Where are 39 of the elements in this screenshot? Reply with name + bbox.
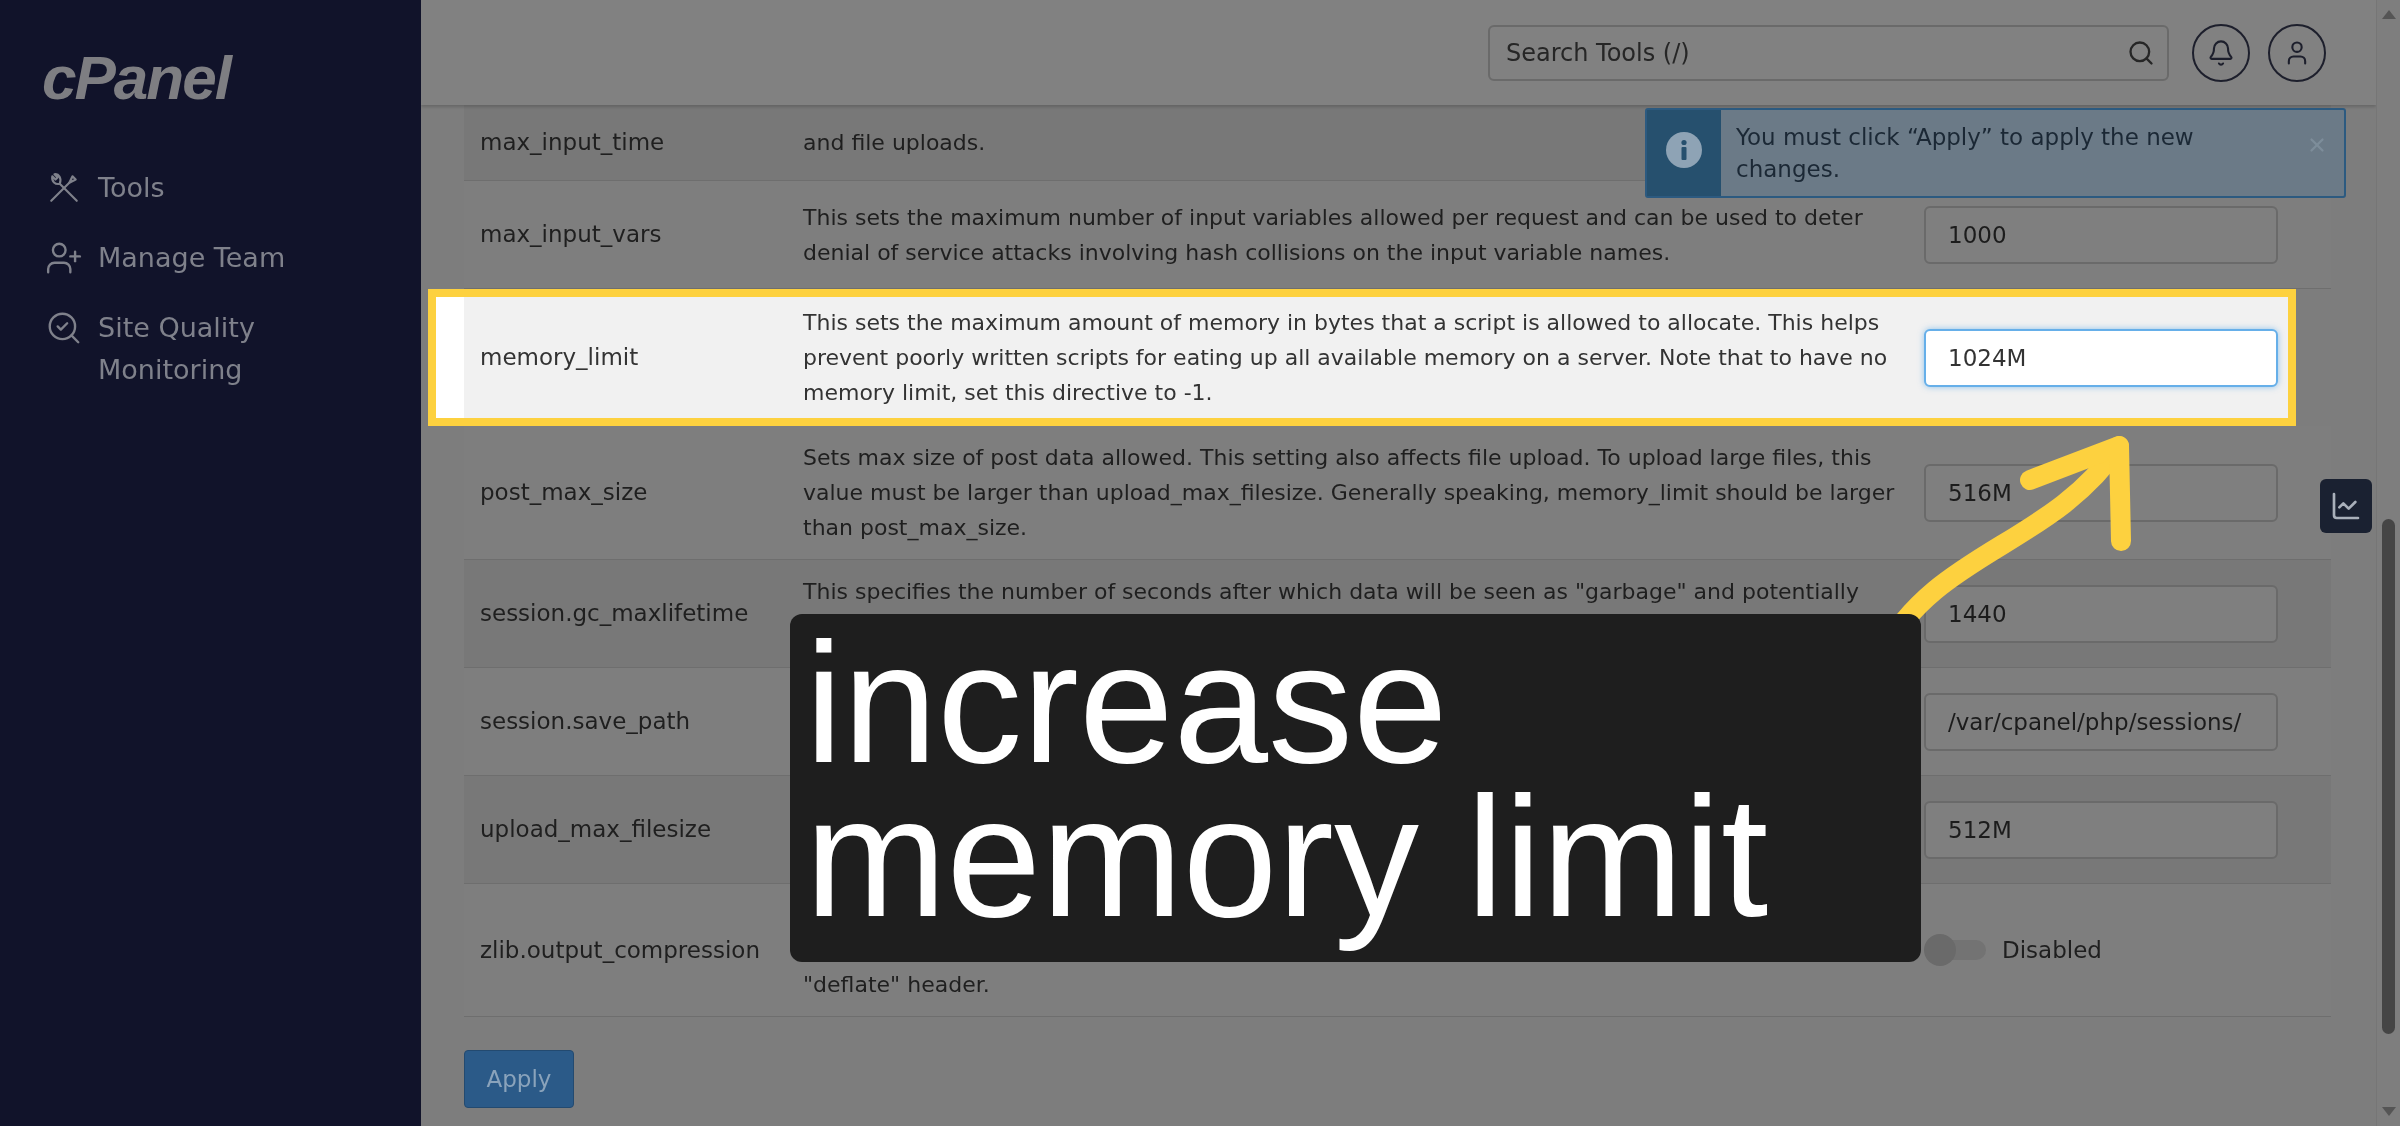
setting-description: "deflate" header.	[803, 971, 990, 999]
setting-description: and file uploads.	[803, 129, 986, 157]
setting-name: upload_max_filesize	[480, 815, 712, 844]
setting-name: max_input_time	[480, 128, 665, 157]
bell-icon	[2207, 38, 2235, 67]
setting-name: memory_limit	[480, 343, 639, 372]
setting-name: max_input_vars	[480, 220, 662, 249]
setting-description: This specifies the number of seconds after which data will be seen as "garbage" and potentially	[803, 578, 1859, 606]
value-field[interactable]: 1000	[1924, 205, 2278, 264]
info-icon	[1666, 132, 1702, 168]
scrollbar-thumb[interactable]	[2382, 519, 2395, 1034]
notifications-button[interactable]	[2192, 23, 2250, 82]
value-field[interactable]: /var/cpanel/php/sessions/	[1924, 692, 2278, 751]
search-field[interactable]: Search Tools (/)	[1488, 24, 2169, 81]
setting-name: zlib.output_compression	[480, 935, 760, 965]
toggle-label: Disabled	[2002, 935, 2102, 965]
crossed-tools-icon	[47, 171, 81, 205]
chart-button[interactable]	[2320, 479, 2372, 533]
account-button[interactable]	[2268, 23, 2326, 82]
setting-name: session.save_path	[480, 707, 691, 736]
tutorial-caption: increase memory limit	[790, 614, 1921, 962]
apply-button[interactable]: Apply	[464, 1050, 574, 1108]
value-field[interactable]: 512M	[1924, 800, 2278, 859]
value-field[interactable]: 1024M	[1924, 328, 2278, 387]
search-icon	[2127, 38, 2155, 67]
setting-description: This sets the maximum number of input variables allowed per request and can be used to deter denial of service attacks involving hash collisions on the input variable names.	[803, 203, 1864, 267]
setting-description: Sets max size of post data allowed. This setting also affects file upload. To upload large files, this value must be larger than upload_max_filesize. Generally speaking, memory_limit should be larger than post_max_size.	[803, 444, 1896, 543]
line-chart-icon	[2330, 490, 2362, 522]
scroll-up-icon[interactable]	[2381, 10, 2396, 19]
sidebar-item[interactable]: Site Quality Monitoring	[42, 307, 318, 391]
scroll-down-icon[interactable]	[2381, 1107, 2396, 1116]
value-field[interactable]: 1440	[1924, 584, 2278, 643]
notification-text: You must click “Apply” to apply the new changes.	[1735, 123, 2195, 184]
setting-description: This sets the maximum amount of memory in bytes that a script is allowed to allocate. This helps prevent poorly written scripts for eating up all available memory on a server. Note that to have no memory limit, set this directive to -1.	[803, 309, 1889, 407]
logo: cPanel	[42, 50, 230, 106]
sidebar-item[interactable]: Tools	[42, 167, 165, 209]
setting-name: post_max_size	[480, 478, 648, 507]
setting-name: session.gc_maxlifetime	[480, 599, 749, 628]
sidebar-item[interactable]: Manage Team	[42, 237, 286, 279]
